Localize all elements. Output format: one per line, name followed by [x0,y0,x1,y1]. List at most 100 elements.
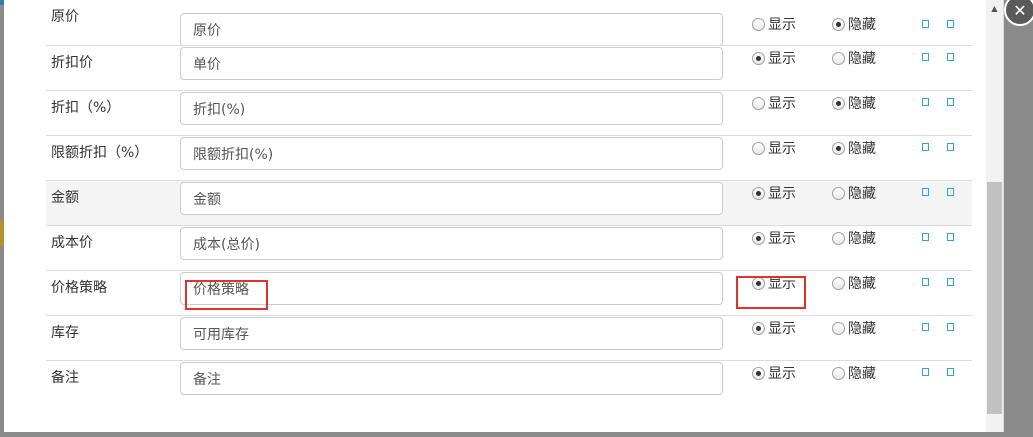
square-icon[interactable] [947,143,954,151]
square-icon[interactable] [922,20,929,28]
field-settings-list: 原价 显示 隐藏 折扣价 显示 隐藏 折扣（%） 显示 隐藏 限额折扣（%） [46,0,972,405]
field-display-name-input[interactable] [180,182,723,215]
radio-checked-icon[interactable] [752,276,765,290]
square-icon[interactable] [922,188,929,196]
show-radio-label: 显示 [768,141,796,157]
square-icon[interactable] [947,368,954,376]
field-row-original-price: 原价 显示 隐藏 [46,0,972,46]
hide-radio-label: 隐藏 [848,366,876,382]
hide-radio[interactable]: 隐藏 [832,182,876,204]
field-display-name-input[interactable] [180,227,723,260]
show-radio[interactable]: 显示 [752,317,796,339]
radio-checked-icon[interactable] [832,96,845,110]
radio-unchecked-icon[interactable] [752,17,765,31]
field-label: 折扣价 [51,55,93,71]
hide-radio-label: 隐藏 [848,186,876,202]
hide-radio-label: 隐藏 [848,321,876,337]
square-icon[interactable] [922,98,929,106]
show-radio[interactable]: 显示 [752,362,796,384]
hide-radio[interactable]: 隐藏 [832,272,876,294]
square-icon[interactable] [922,233,929,241]
radio-checked-icon[interactable] [752,186,765,200]
square-icon[interactable] [947,278,954,286]
show-radio[interactable]: 显示 [752,182,796,204]
show-radio-label: 显示 [768,231,796,247]
field-display-name-input[interactable] [180,362,723,395]
field-display-name-input[interactable] [180,137,723,170]
radio-checked-icon[interactable] [752,321,765,335]
radio-checked-icon[interactable] [752,366,765,380]
hide-radio[interactable]: 隐藏 [832,137,876,159]
hide-radio-label: 隐藏 [848,141,876,157]
show-radio[interactable]: 显示 [752,272,796,294]
field-label: 备注 [51,370,79,386]
hide-radio[interactable]: 隐藏 [832,227,876,249]
field-row-discount-percent: 折扣（%） 显示 隐藏 [46,90,972,135]
radio-checked-icon[interactable] [832,17,845,31]
hide-radio[interactable]: 隐藏 [832,362,876,384]
radio-unchecked-icon[interactable] [832,186,845,200]
show-radio-label: 显示 [768,51,796,67]
radio-checked-icon[interactable] [752,51,765,65]
square-icon[interactable] [947,98,954,106]
field-label: 原价 [51,9,79,25]
hide-radio[interactable]: 隐藏 [832,47,876,69]
show-radio[interactable]: 显示 [752,227,796,249]
square-icon[interactable] [947,53,954,61]
hide-radio[interactable]: 隐藏 [832,13,876,35]
hide-radio[interactable]: 隐藏 [832,317,876,339]
show-radio-label: 显示 [768,186,796,202]
field-display-name-input[interactable] [180,47,723,80]
field-display-name-input[interactable] [180,317,723,350]
square-icon[interactable] [947,323,954,331]
field-row-limit-discount: 限额折扣（%） 显示 隐藏 [46,135,972,180]
scrollbar-thumb[interactable] [987,182,1002,414]
radio-checked-icon[interactable] [832,141,845,155]
show-radio-label: 显示 [768,321,796,337]
radio-unchecked-icon[interactable] [832,51,845,65]
hide-radio-label: 隐藏 [848,276,876,292]
hide-radio-label: 隐藏 [848,96,876,112]
square-icon[interactable] [922,53,929,61]
overlay-backdrop [0,432,1033,437]
field-settings-dialog: 原价 显示 隐藏 折扣价 显示 隐藏 折扣（%） 显示 隐藏 限额折扣（%） [4,0,1004,432]
field-row-remark: 备注 显示 隐藏 [46,360,972,405]
hide-radio[interactable]: 隐藏 [832,92,876,114]
field-label: 价格策略 [51,280,107,296]
field-row-stock: 库存 显示 隐藏 [46,315,972,360]
square-icon[interactable] [922,278,929,286]
square-icon[interactable] [922,143,929,151]
radio-unchecked-icon[interactable] [752,96,765,110]
show-radio-label: 显示 [768,17,796,33]
radio-checked-icon[interactable] [752,231,765,245]
field-row-amount: 金额 显示 隐藏 [46,180,972,225]
hide-radio-label: 隐藏 [848,231,876,247]
scroll-up-arrow-icon[interactable]: ▲ [986,0,1003,17]
show-radio[interactable]: 显示 [752,137,796,159]
square-icon[interactable] [922,368,929,376]
hide-radio-label: 隐藏 [848,51,876,67]
close-icon[interactable]: ✕ [1004,0,1033,26]
square-icon[interactable] [922,323,929,331]
field-display-name-input[interactable] [180,13,723,46]
field-row-price-strategy: 价格策略 显示 隐藏 [46,270,972,315]
radio-unchecked-icon[interactable] [832,366,845,380]
square-icon[interactable] [947,188,954,196]
show-radio-label: 显示 [768,276,796,292]
show-radio[interactable]: 显示 [752,92,796,114]
field-display-name-input[interactable] [180,92,723,125]
radio-unchecked-icon[interactable] [752,141,765,155]
square-icon[interactable] [947,233,954,241]
radio-unchecked-icon[interactable] [832,321,845,335]
show-radio-label: 显示 [768,366,796,382]
vertical-scrollbar[interactable]: ▲ [986,0,1003,432]
field-label: 成本价 [51,235,93,251]
field-label: 折扣（%） [51,100,121,116]
radio-unchecked-icon[interactable] [832,276,845,290]
field-display-name-input[interactable] [180,272,723,305]
show-radio[interactable]: 显示 [752,47,796,69]
radio-unchecked-icon[interactable] [832,231,845,245]
field-label: 库存 [51,325,79,341]
show-radio[interactable]: 显示 [752,13,796,35]
square-icon[interactable] [947,20,954,28]
